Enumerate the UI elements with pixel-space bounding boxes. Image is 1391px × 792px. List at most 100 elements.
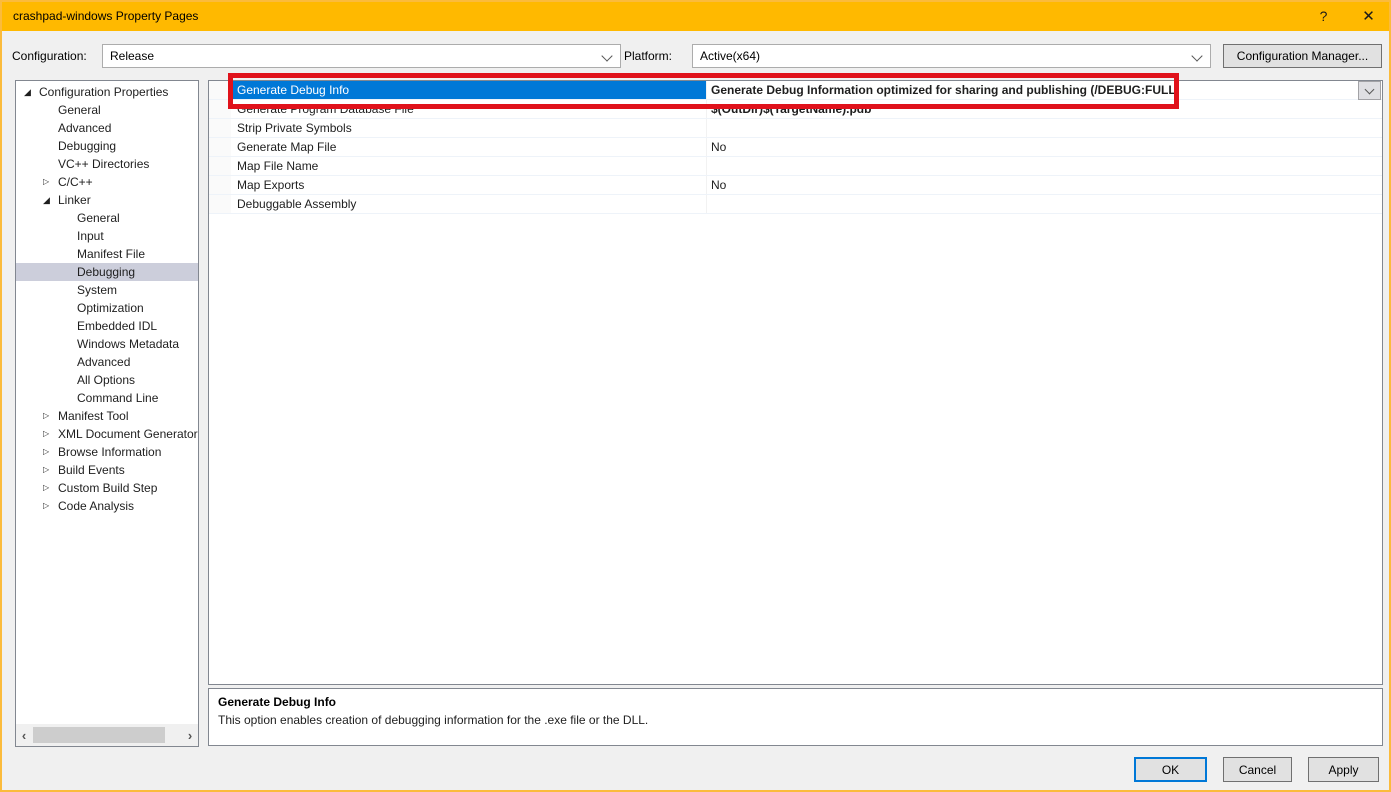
tree-item-optimization[interactable]: Optimization: [16, 299, 198, 317]
tree-item-label: Code Analysis: [58, 497, 134, 515]
value-dropdown-button[interactable]: [1358, 81, 1381, 100]
property-value[interactable]: No: [707, 176, 1382, 194]
apply-button[interactable]: Apply: [1308, 757, 1379, 782]
collapsed-arrow-icon[interactable]: ▷: [43, 479, 58, 497]
tree-item-c-c[interactable]: ▷C/C++: [16, 173, 198, 191]
tree-item-code-analysis[interactable]: ▷Code Analysis: [16, 497, 198, 515]
ok-button[interactable]: OK: [1134, 757, 1207, 782]
description-title: Generate Debug Info: [218, 695, 1373, 709]
help-button[interactable]: ?: [1301, 0, 1346, 31]
property-value[interactable]: No: [707, 138, 1382, 156]
tree-item-label: All Options: [77, 371, 135, 389]
tree-item-label: VC++ Directories: [58, 155, 149, 173]
description-panel: Generate Debug Info This option enables …: [208, 688, 1383, 746]
titlebar: crashpad-windows Property Pages ? ✕: [0, 0, 1391, 31]
tree-item-debugging[interactable]: Debugging: [16, 137, 198, 155]
tree-item-label: Embedded IDL: [77, 317, 157, 335]
platform-dropdown[interactable]: Active(x64): [692, 44, 1211, 68]
cancel-button[interactable]: Cancel: [1223, 757, 1292, 782]
row-gutter: [209, 81, 231, 99]
chevron-down-icon: [1365, 85, 1375, 95]
tree-item-advanced[interactable]: Advanced: [16, 353, 198, 371]
platform-dropdown-value: Active(x64): [700, 49, 760, 63]
tree-item-label: Debugging: [77, 263, 135, 281]
tree-item-label: General: [58, 101, 101, 119]
tree-item-xml-document-generator[interactable]: ▷XML Document Generator: [16, 425, 198, 443]
tree-item-configuration-properties[interactable]: ◢Configuration Properties: [16, 83, 198, 101]
tree-item-general[interactable]: General: [16, 101, 198, 119]
property-value[interactable]: $(OutDir)$(TargetName).pdb: [707, 100, 1382, 118]
tree-item-browse-information[interactable]: ▷Browse Information: [16, 443, 198, 461]
tree-item-label: Browse Information: [58, 443, 161, 461]
tree-item-all-options[interactable]: All Options: [16, 371, 198, 389]
property-name: Generate Map File: [231, 138, 707, 156]
property-name: Map File Name: [231, 157, 707, 175]
scroll-right-icon[interactable]: ›: [182, 728, 198, 743]
tree-item-label: General: [77, 209, 120, 227]
tree-item-label: Custom Build Step: [58, 479, 157, 497]
tree-item-system[interactable]: System: [16, 281, 198, 299]
close-button[interactable]: ✕: [1346, 0, 1391, 31]
collapsed-arrow-icon[interactable]: ▷: [43, 443, 58, 461]
tree-item-build-events[interactable]: ▷Build Events: [16, 461, 198, 479]
scrollbar-thumb[interactable]: [33, 727, 165, 743]
tree-item-label: System: [77, 281, 117, 299]
tree-item-label: Manifest Tool: [58, 407, 128, 425]
tree-item-label: Input: [77, 227, 104, 245]
tree-horizontal-scrollbar[interactable]: ‹ ›: [16, 724, 198, 746]
property-row-generate-program-database-file[interactable]: Generate Program Database File$(OutDir)$…: [209, 100, 1382, 119]
tree-item-custom-build-step[interactable]: ▷Custom Build Step: [16, 479, 198, 497]
tree-item-label: Manifest File: [77, 245, 145, 263]
expanded-arrow-icon[interactable]: ◢: [43, 191, 58, 209]
property-row-debuggable-assembly[interactable]: Debuggable Assembly: [209, 195, 1382, 214]
property-value[interactable]: [707, 157, 1382, 175]
property-row-generate-debug-info[interactable]: Generate Debug InfoGenerate Debug Inform…: [209, 81, 1382, 100]
property-name: Generate Program Database File: [231, 100, 707, 118]
tree-item-debugging[interactable]: Debugging: [16, 263, 198, 281]
row-gutter: [209, 157, 231, 175]
row-gutter: [209, 100, 231, 118]
tree-item-embedded-idl[interactable]: Embedded IDL: [16, 317, 198, 335]
collapsed-arrow-icon[interactable]: ▷: [43, 497, 58, 515]
property-value[interactable]: [707, 195, 1382, 213]
property-row-generate-map-file[interactable]: Generate Map FileNo: [209, 138, 1382, 157]
chevron-down-icon: [601, 50, 612, 61]
collapsed-arrow-icon[interactable]: ▷: [43, 425, 58, 443]
property-name: Map Exports: [231, 176, 707, 194]
tree-item-general[interactable]: General: [16, 209, 198, 227]
row-gutter: [209, 176, 231, 194]
configuration-dropdown[interactable]: Release: [102, 44, 621, 68]
tree-item-label: XML Document Generator: [58, 425, 198, 443]
tree-item-label: Debugging: [58, 137, 116, 155]
tree-item-advanced[interactable]: Advanced: [16, 119, 198, 137]
description-text: This option enables creation of debuggin…: [218, 713, 1373, 727]
collapsed-arrow-icon[interactable]: ▷: [43, 461, 58, 479]
property-row-strip-private-symbols[interactable]: Strip Private Symbols: [209, 119, 1382, 138]
configuration-manager-button[interactable]: Configuration Manager...: [1223, 44, 1382, 68]
scrollbar-track[interactable]: [32, 727, 182, 743]
tree-item-command-line[interactable]: Command Line: [16, 389, 198, 407]
tree-item-label: Configuration Properties: [39, 83, 168, 101]
scroll-left-icon[interactable]: ‹: [16, 728, 32, 743]
tree-item-vc-directories[interactable]: VC++ Directories: [16, 155, 198, 173]
window-title: crashpad-windows Property Pages: [0, 9, 198, 23]
tree-item-manifest-file[interactable]: Manifest File: [16, 245, 198, 263]
row-gutter: [209, 195, 231, 213]
tree-item-label: Advanced: [77, 353, 130, 371]
tree-item-label: Build Events: [58, 461, 125, 479]
property-value[interactable]: Generate Debug Information optimized for…: [707, 81, 1382, 99]
collapsed-arrow-icon[interactable]: ▷: [43, 407, 58, 425]
property-row-map-exports[interactable]: Map ExportsNo: [209, 176, 1382, 195]
row-gutter: [209, 119, 231, 137]
tree-item-label: Windows Metadata: [77, 335, 179, 353]
tree-item-manifest-tool[interactable]: ▷Manifest Tool: [16, 407, 198, 425]
property-value[interactable]: [707, 119, 1382, 137]
tree-item-windows-metadata[interactable]: Windows Metadata: [16, 335, 198, 353]
configuration-label: Configuration:: [12, 49, 87, 63]
row-gutter: [209, 138, 231, 156]
property-row-map-file-name[interactable]: Map File Name: [209, 157, 1382, 176]
collapsed-arrow-icon[interactable]: ▷: [43, 173, 58, 191]
tree-item-input[interactable]: Input: [16, 227, 198, 245]
expanded-arrow-icon[interactable]: ◢: [24, 83, 39, 101]
tree-item-linker[interactable]: ◢Linker: [16, 191, 198, 209]
